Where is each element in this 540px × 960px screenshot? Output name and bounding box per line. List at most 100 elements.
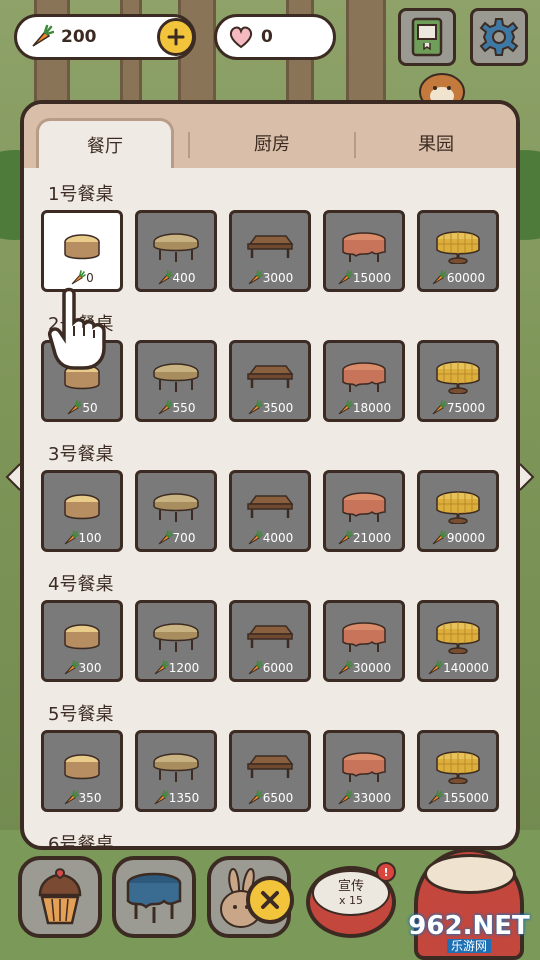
price-tag: 400 — [157, 270, 196, 286]
price-tag: 100 — [63, 530, 101, 546]
table-option-round-wood[interactable]: 1200 — [135, 600, 217, 682]
carrot-icon — [158, 530, 173, 545]
table-option-gold-check[interactable]: 140000 — [417, 600, 499, 682]
table-option-low-table[interactable]: 6000 — [229, 600, 311, 682]
table-option-low-table[interactable]: 6500 — [229, 730, 311, 812]
tab-orchard[interactable]: 果园 — [356, 118, 516, 168]
price-tag: 90000 — [431, 530, 485, 546]
carrot-icon — [64, 660, 79, 675]
carrot-icon — [338, 270, 353, 285]
table-option-gold-check[interactable]: 75000 — [417, 340, 499, 422]
close-icon — [261, 891, 279, 909]
price-tag: 700 — [157, 530, 195, 546]
price-value: 3000 — [262, 271, 294, 285]
price-value: 0 — [86, 271, 94, 285]
table-option-cloth-round[interactable]: 33000 — [323, 730, 405, 812]
carrot-icon — [338, 400, 353, 415]
price-tag: 140000 — [427, 660, 489, 676]
price-tag: 300 — [63, 660, 102, 676]
promote-label: 宣传 — [337, 879, 364, 894]
price-tag: 6500 — [247, 790, 293, 806]
price-tag: 15000 — [337, 270, 391, 286]
table-option-stool[interactable]: 300 — [41, 600, 123, 682]
price-tag: 350 — [63, 790, 102, 806]
table-option-round-wood[interactable]: 700 — [135, 470, 217, 552]
carrot-icon — [432, 530, 447, 545]
carrot-icon — [248, 270, 263, 285]
table-option-low-table[interactable]: 3000 — [229, 210, 311, 292]
scroll-left-arrow-icon[interactable] — [4, 462, 22, 492]
settings-button[interactable] — [470, 8, 528, 66]
table-option-low-table[interactable]: 3500 — [229, 340, 311, 422]
carrot-count: 200 — [61, 27, 97, 47]
table-option-cloth-round[interactable]: 18000 — [323, 340, 405, 422]
carrot-icon — [248, 530, 263, 545]
table-group: 3号餐桌 100 700 4000 21000 90000 — [24, 440, 516, 560]
table-list[interactable]: 1号餐桌0400300015000600002号餐桌50550350018000… — [24, 168, 516, 846]
heart-count: 0 — [261, 27, 273, 47]
carrot-icon — [154, 790, 169, 805]
table-group-title: 4号餐桌 — [48, 574, 114, 595]
cupcake-icon — [38, 868, 82, 925]
carrot-icon — [71, 270, 86, 285]
site-watermark: 962.NET 乐游网 — [402, 910, 536, 956]
price-value: 550 — [172, 401, 196, 415]
pointer-hand-icon — [47, 287, 106, 370]
carrot-icon — [338, 530, 353, 545]
table-option-stool[interactable]: 0 — [41, 210, 123, 292]
close-button[interactable] — [246, 876, 294, 924]
table-option-gold-check[interactable]: 155000 — [417, 730, 499, 812]
price-value: 60000 — [446, 271, 486, 285]
carrot-icon — [432, 270, 447, 285]
table-option-cloth-round[interactable]: 21000 — [323, 470, 405, 552]
table-option-low-table[interactable]: 4000 — [229, 470, 311, 552]
table-group: 1号餐桌 0 400 3000 15000 60000 — [24, 180, 516, 300]
carrot-icon — [64, 530, 79, 545]
book-icon — [411, 17, 443, 57]
price-tag: 21000 — [337, 530, 391, 546]
carrot-icon — [248, 400, 263, 415]
price-value: 300 — [78, 661, 102, 675]
table-option-gold-check[interactable]: 60000 — [417, 210, 499, 292]
carrot-icon — [64, 790, 79, 805]
table-option-round-wood[interactable]: 1350 — [135, 730, 217, 812]
tab-bar: 餐厅 厨房 果园 — [24, 104, 516, 168]
price-tag: 75000 — [431, 400, 485, 416]
price-value: 30000 — [352, 661, 392, 675]
promote-alert-badge: ! — [376, 862, 396, 882]
carrot-icon — [158, 400, 173, 415]
price-tag: 3000 — [247, 270, 294, 286]
price-value: 15000 — [352, 271, 392, 285]
tab-kitchen[interactable]: 厨房 — [192, 118, 352, 168]
table-option-gold-check[interactable]: 90000 — [417, 470, 499, 552]
table-option-stool[interactable]: 100 — [41, 470, 123, 552]
table-option-cloth-round[interactable]: 15000 — [323, 210, 405, 292]
table-group: 5号餐桌 350 1350 6500 33000 155000 — [24, 700, 516, 820]
price-value: 90000 — [446, 531, 486, 545]
add-carrots-button[interactable] — [157, 18, 195, 56]
price-value: 350 — [78, 791, 102, 805]
guide-book-button[interactable] — [398, 8, 456, 66]
carrot-counter: 200 — [14, 14, 196, 60]
price-value: 75000 — [446, 401, 486, 415]
gear-icon — [479, 18, 519, 56]
tab-restaurant[interactable]: 餐厅 — [36, 118, 174, 168]
dessert-menu-button[interactable] — [18, 856, 102, 938]
carrot-icon — [154, 660, 169, 675]
price-tag: 1350 — [153, 790, 199, 806]
carrot-icon — [338, 660, 353, 675]
promote-count: x 15 — [338, 894, 363, 907]
table-option-stool[interactable]: 350 — [41, 730, 123, 812]
shop-panel: 餐厅 厨房 果园 1号餐桌0400300015000600002号餐桌50550… — [20, 100, 520, 850]
table-menu-button[interactable] — [112, 856, 196, 938]
table-option-cloth-round[interactable]: 30000 — [323, 600, 405, 682]
table-option-round-wood[interactable]: 550 — [135, 340, 217, 422]
carrot-icon — [432, 400, 447, 415]
table-option-round-wood[interactable]: 400 — [135, 210, 217, 292]
carrot-icon — [248, 660, 263, 675]
scroll-right-arrow-icon[interactable] — [518, 462, 536, 492]
carrot-icon — [428, 660, 443, 675]
price-value: 1200 — [168, 661, 200, 675]
price-value: 400 — [172, 271, 196, 285]
price-value: 155000 — [443, 791, 489, 805]
